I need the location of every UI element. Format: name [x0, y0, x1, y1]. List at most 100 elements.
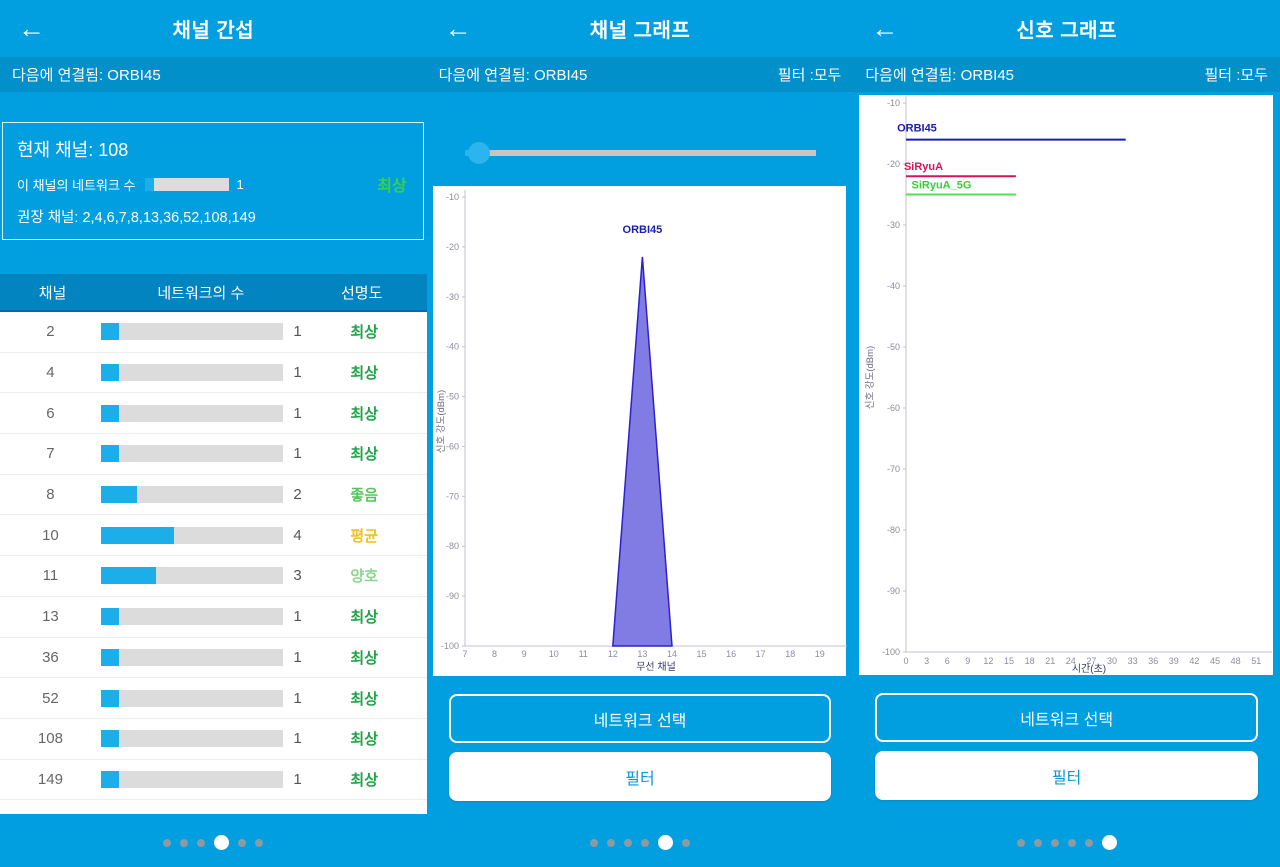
x-tick-label: 19	[814, 649, 824, 659]
x-tick-label: 16	[726, 649, 736, 659]
table-row: 6 1 최상	[0, 393, 427, 435]
signal-graph-chart: -10-20-30-40-50-60-70-80-90-1000 3 6 9 12 15 1…	[865, 96, 1273, 675]
current-channel-card: 현재 채널: 108 이 채널의 네트워크 수 1 최상 권장 채널: 2,4,…	[2, 122, 424, 240]
network-count-bar-fill	[100, 648, 120, 666]
network-count-bar-fill	[100, 486, 138, 504]
x-tick-label: 9	[521, 649, 526, 659]
clarity-cell: 양호	[350, 568, 379, 586]
filter-button[interactable]: 필터	[875, 751, 1259, 800]
channel-cell: 108	[37, 730, 63, 748]
titlebar: ← 신호 그래프	[853, 0, 1280, 57]
page-dot[interactable]	[1050, 838, 1059, 847]
network-count-bar	[100, 730, 284, 748]
wifi-analyzer-app: ← 채널 간섭 다음에 연결됨: ORBI45 현재 채널: 108 이 채널의…	[0, 0, 1280, 867]
filter-status-label: 필터 :모두	[777, 67, 842, 84]
clarity-cell: 최상	[350, 405, 379, 423]
x-tick-label: 7	[462, 649, 467, 659]
x-axis-title: 무선 채널	[636, 661, 676, 673]
x-tick-label: 15	[696, 649, 706, 659]
page-dot[interactable]	[1084, 838, 1093, 847]
page-title: 채널 그래프	[589, 20, 691, 42]
y-tick-label: -80	[446, 541, 459, 551]
y-tick-label: -100	[882, 647, 900, 657]
page-dot-active[interactable]	[214, 835, 230, 850]
network-count-bar	[100, 689, 284, 707]
page-dot[interactable]	[1016, 838, 1025, 847]
page-title: 채널 간섭	[172, 20, 255, 42]
channel-cell: 11	[42, 567, 59, 585]
connected-to-label: 다음에 연결됨: ORBI45	[12, 67, 161, 84]
filter-status-label: 필터 :모두	[1204, 67, 1269, 84]
select-network-button[interactable]: 네트워크 선택	[875, 693, 1259, 742]
back-arrow-icon[interactable]: ←	[18, 15, 45, 42]
network-count-bar-fill	[100, 567, 156, 585]
page-dot[interactable]	[1033, 838, 1042, 847]
page-dot[interactable]	[163, 838, 172, 847]
slider-track[interactable]	[464, 150, 817, 156]
connection-bar: 다음에 연결됨: ORBI45 필터 :모두	[853, 57, 1280, 92]
y-tick-label: -40	[887, 281, 900, 291]
network-count-value: 4	[293, 526, 302, 544]
y-tick-label: -60	[887, 403, 900, 413]
page-dot-active[interactable]	[1101, 835, 1117, 850]
page-dot-active[interactable]	[658, 835, 673, 850]
x-tick-label: 12	[984, 656, 994, 666]
page-dot[interactable]	[624, 838, 632, 847]
page-dot[interactable]	[180, 838, 189, 847]
x-tick-label: 11	[578, 649, 587, 659]
table-row: 4 1 최상	[0, 352, 427, 394]
header-clarity: 선명도	[340, 284, 383, 302]
table-row: 36 1 최상	[0, 637, 427, 679]
networks-count-value: 1	[236, 176, 244, 192]
clarity-cell: 최상	[350, 324, 379, 342]
network-count-bar	[100, 486, 284, 504]
y-tick-label: -90	[887, 586, 900, 596]
y-tick-label: -40	[446, 342, 459, 352]
network-count-bar-fill	[100, 608, 120, 626]
network-count-bar	[100, 526, 284, 544]
page-dot[interactable]	[255, 838, 264, 847]
x-tick-label: 51	[1252, 656, 1262, 666]
network-count-bar	[100, 364, 284, 382]
networks-count-bar	[145, 177, 230, 191]
page-dot[interactable]	[1067, 838, 1076, 847]
network-count-bar-fill	[100, 730, 120, 748]
y-tick-label: -30	[446, 292, 459, 302]
connection-bar: 다음에 연결됨: ORBI45 필터 :모두	[426, 57, 854, 92]
x-tick-label: 8	[492, 649, 497, 659]
network-count-value: 1	[293, 364, 302, 382]
table-row: 7 1 최상	[0, 434, 427, 475]
select-network-button[interactable]: 네트워크 선택	[448, 694, 832, 743]
page-dot[interactable]	[641, 838, 649, 847]
y-axis-title: 신호 강도(dBm)	[436, 390, 447, 453]
panel-signal-graph: ← 신호 그래프 다음에 연결됨: ORBI45 필터 :모두 -10 -20 -3…	[853, 0, 1280, 867]
back-arrow-icon[interactable]: ←	[445, 15, 472, 42]
series-label-ORBI45: ORBI45	[622, 224, 662, 236]
network-count-value: 1	[293, 770, 302, 788]
page-dot[interactable]	[590, 838, 598, 847]
series-area-ORBI45	[611, 256, 673, 647]
back-arrow-icon[interactable]: ←	[871, 15, 898, 42]
x-tick-label: 14	[667, 649, 677, 659]
network-count-value: 1	[293, 404, 302, 422]
x-tick-label: 12	[607, 649, 617, 659]
network-count-bar-fill	[100, 689, 120, 707]
connection-bar: 다음에 연결됨: ORBI45	[0, 57, 427, 92]
channel-graph-card: -10 -20 -30 -40 -50 -60 -70 -80 -90 -100 7 8 9 10 11 12…	[432, 186, 847, 676]
network-count-value: 2	[293, 486, 302, 504]
slider-thumb[interactable]	[467, 142, 490, 164]
network-count-bar-fill	[100, 526, 174, 544]
network-count-value: 1	[293, 608, 302, 626]
channel-range-slider[interactable]	[464, 142, 817, 164]
x-tick-label: 33	[1128, 656, 1138, 666]
page-dot[interactable]	[197, 838, 206, 847]
connected-to-label: 다음에 연결됨: ORBI45	[865, 67, 1015, 84]
page-dot[interactable]	[238, 838, 247, 847]
panel-channel-graph: ← 채널 그래프 다음에 연결됨: ORBI45 필터 :모두 -10 -20 -3…	[426, 0, 854, 867]
page-dot[interactable]	[607, 838, 615, 847]
page-dot[interactable]	[682, 838, 690, 847]
signal-graph-card: -10 -20 -30 -40 -50 -60 -70 -80 -90 -100 0 3 6 9 12 15 1…	[859, 95, 1274, 675]
filter-button[interactable]: 필터	[448, 752, 832, 801]
x-tick-label: 42	[1190, 656, 1200, 666]
networks-count-label: 이 채널의 네트워크 수	[17, 177, 136, 193]
